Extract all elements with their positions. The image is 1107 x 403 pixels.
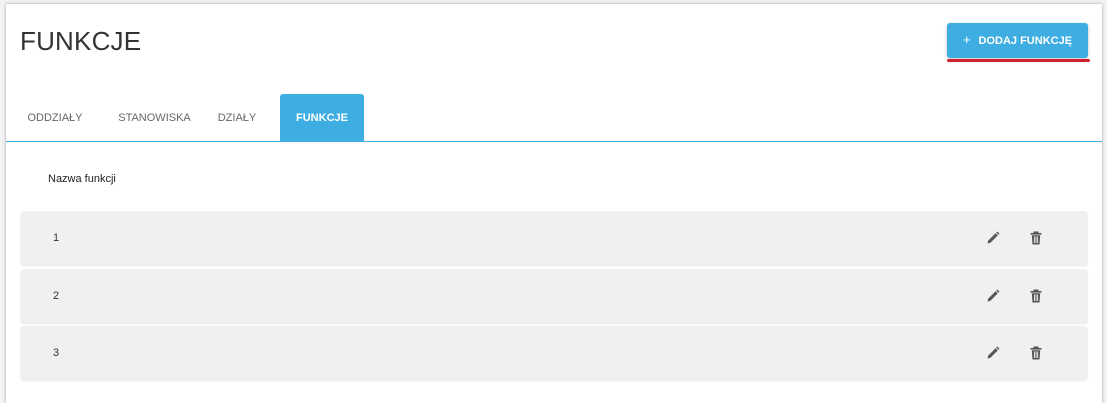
tab-funkcje[interactable]: FUNKCJE (280, 94, 364, 141)
page-title: FUNKCJE (20, 26, 142, 56)
tab-stanowiska[interactable]: STANOWISKA (110, 94, 199, 141)
plus-icon: + (962, 32, 971, 47)
function-name-cell: 1 (53, 232, 60, 244)
trash-icon[interactable] (1028, 230, 1044, 246)
pencil-icon[interactable] (985, 288, 1001, 304)
table-row: 1 (20, 211, 1088, 266)
trash-icon[interactable] (1028, 288, 1044, 304)
function-name-cell: 2 (53, 290, 60, 302)
table-row: 2 (20, 269, 1088, 324)
functions-panel: FUNKCJE + DODAJ FUNKCJĘ ODDZIAŁY STANOWI… (6, 4, 1102, 403)
pencil-icon[interactable] (985, 345, 1001, 361)
table-row: 3 (20, 326, 1088, 381)
pencil-icon[interactable] (985, 230, 1001, 246)
tab-bar: ODDZIAŁY STANOWISKA DZIAŁY FUNKCJE (6, 94, 1102, 142)
column-header-name: Nazwa funkcji (48, 173, 116, 185)
highlight-underline (947, 59, 1090, 62)
tab-oddzialy[interactable]: ODDZIAŁY (20, 94, 90, 141)
trash-icon[interactable] (1028, 345, 1044, 361)
function-name-cell: 3 (53, 347, 60, 359)
add-function-button-label: DODAJ FUNKCJĘ (978, 34, 1073, 47)
add-function-button[interactable]: + DODAJ FUNKCJĘ (947, 23, 1088, 58)
tab-dzialy[interactable]: DZIAŁY (207, 94, 267, 141)
